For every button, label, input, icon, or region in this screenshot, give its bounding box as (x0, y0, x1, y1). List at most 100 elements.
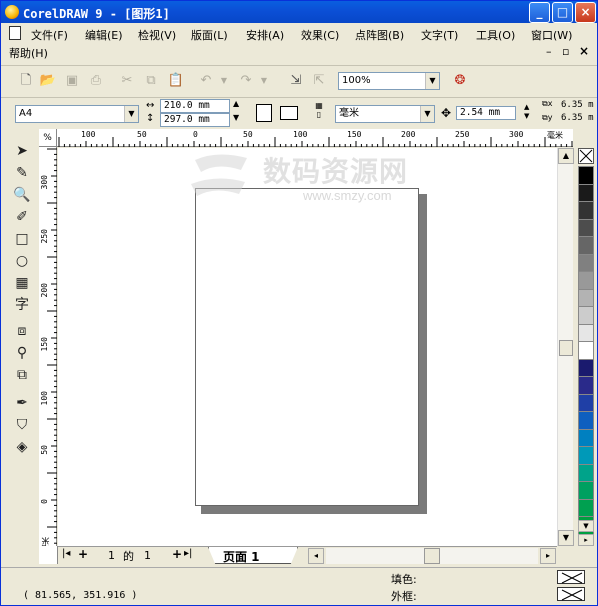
text-tool-icon[interactable]: 字 (11, 295, 33, 315)
scroll-thumb[interactable] (559, 340, 573, 356)
scroll-down-button[interactable]: ▼ (558, 530, 574, 546)
fill-indicator[interactable] (557, 570, 585, 584)
portrait-button[interactable] (256, 104, 272, 122)
vertical-scrollbar[interactable]: ▲ ▼ (557, 148, 574, 546)
menu-view[interactable]: 检视(V) (138, 27, 176, 43)
page-height-input[interactable]: 297.0 mm (160, 113, 230, 127)
color-swatch[interactable] (578, 341, 594, 360)
paint-bucket-tool-icon[interactable]: ◈ (11, 437, 33, 457)
horizontal-ruler[interactable]: 100 50 0 50 100 150 200 250 300 毫米 (57, 129, 573, 147)
fill-tool-icon[interactable]: ⛉ (11, 415, 33, 435)
color-swatch[interactable] (578, 393, 594, 413)
color-swatch[interactable] (578, 218, 594, 238)
zoom-tool-icon[interactable]: 🔍 (11, 185, 33, 205)
no-color-swatch[interactable] (578, 148, 594, 164)
color-swatch[interactable] (578, 271, 594, 290)
export-icon[interactable]: ⇱ (310, 72, 328, 90)
color-swatch[interactable] (578, 428, 594, 448)
corel-online-icon[interactable]: ❂ (451, 72, 469, 90)
duplicate-y-value[interactable]: 6.35 m (561, 113, 594, 123)
import-icon[interactable]: ⇲ (287, 72, 305, 90)
color-swatch[interactable] (578, 166, 594, 185)
spin-down-icon[interactable]: ▼ (233, 113, 239, 122)
doc-restore-button[interactable]: ▫ (562, 45, 569, 58)
color-swatch[interactable] (578, 358, 594, 378)
freehand-tool-icon[interactable]: ✐ (11, 207, 33, 227)
document-icon[interactable] (9, 26, 21, 40)
rectangle-tool-icon[interactable]: □ (11, 229, 33, 249)
chevron-down-icon[interactable]: ▼ (124, 106, 138, 122)
paper-size-select[interactable]: A4 ▼ (15, 105, 139, 123)
eyedropper-tool-icon[interactable]: ⚲ (11, 343, 33, 363)
ellipse-tool-icon[interactable]: ○ (11, 251, 33, 271)
chevron-down-icon[interactable]: ▼ (420, 106, 434, 122)
zoom-select[interactable]: 100% ▼ (338, 72, 440, 90)
add-page-before-icon[interactable]: + (78, 547, 88, 561)
pick-tool-icon[interactable]: ➤ (11, 141, 33, 161)
horizontal-scroll-thumb[interactable] (424, 548, 440, 564)
doc-close-button[interactable]: × (579, 44, 589, 58)
copy-icon[interactable]: ⧉ (142, 72, 160, 90)
first-page-icon[interactable]: |◂ (62, 548, 70, 559)
color-swatch[interactable] (578, 183, 594, 203)
color-swatch[interactable] (578, 236, 594, 255)
duplicate-x-value[interactable]: 6.35 m (561, 100, 594, 110)
redo-dropdown-icon[interactable]: ▼ (255, 72, 273, 90)
set-default-layout-icon[interactable]: ▦ ▯ (309, 101, 329, 123)
color-swatch[interactable] (578, 306, 594, 325)
doc-minimize-button[interactable]: – (546, 45, 552, 58)
undo-dropdown-icon[interactable]: ▼ (215, 72, 233, 90)
chevron-down-icon[interactable]: ▼ (425, 73, 439, 89)
menu-arrange[interactable]: 安排(A) (246, 27, 284, 43)
outline-indicator[interactable] (557, 587, 585, 601)
palette-down-icon[interactable]: ▼ (578, 520, 594, 532)
menu-bitmaps[interactable]: 点阵图(B) (355, 27, 404, 43)
color-swatch[interactable] (578, 446, 594, 465)
color-swatch[interactable] (578, 498, 594, 518)
maximize-button[interactable]: □ (552, 2, 573, 23)
interactive-fill-tool-icon[interactable]: ⧉ (11, 365, 33, 385)
minimize-button[interactable]: _ (529, 2, 550, 23)
horizontal-scroll-track[interactable] (326, 548, 538, 564)
color-swatch[interactable] (578, 323, 594, 343)
add-page-after-icon[interactable]: + (172, 547, 182, 561)
vertical-ruler[interactable]: 300 250 200 150 100 50 0 毫米 (39, 147, 57, 559)
coreldraw-logo-icon[interactable] (5, 5, 19, 19)
menu-text[interactable]: 文字(T) (421, 27, 458, 43)
color-swatch[interactable] (578, 411, 594, 430)
new-icon[interactable]: 🗋 (17, 72, 35, 90)
menu-edit[interactable]: 编辑(E) (85, 27, 123, 43)
save-icon[interactable]: ▣ (63, 72, 81, 90)
scroll-right-button[interactable]: ▸ (540, 548, 556, 564)
units-select[interactable]: 毫米 ▼ (335, 105, 435, 123)
interactive-blend-tool-icon[interactable]: ⧈ (11, 321, 33, 341)
spin-up-icon[interactable]: ▲ (233, 99, 239, 108)
page-width-input[interactable]: 210.0 mm (160, 99, 230, 113)
redo-icon[interactable]: ↷ (237, 72, 255, 90)
ruler-corner[interactable]: % (39, 129, 57, 147)
menu-effects[interactable]: 效果(C) (301, 27, 339, 43)
menu-help[interactable]: 帮助(H) (9, 45, 48, 61)
color-swatch[interactable] (578, 481, 594, 500)
menu-tools[interactable]: 工具(O) (476, 27, 515, 43)
nudge-spin-icon[interactable]: ▲ ▼ (524, 103, 529, 121)
nudge-input[interactable]: 2.54 mm (456, 106, 516, 120)
print-icon[interactable]: ⎙ (87, 72, 105, 90)
color-swatch[interactable] (578, 463, 594, 483)
palette-expand-icon[interactable]: ▸ (578, 534, 594, 546)
graph-paper-tool-icon[interactable]: ▦ (11, 273, 33, 293)
scroll-up-button[interactable]: ▲ (558, 148, 574, 164)
menu-window[interactable]: 窗口(W) (531, 27, 572, 43)
page-tab[interactable]: 页面 1 (208, 547, 298, 564)
outline-tool-icon[interactable]: ✒ (11, 393, 33, 413)
last-page-icon[interactable]: ▸| (184, 548, 192, 559)
cut-icon[interactable]: ✂ (118, 72, 136, 90)
paste-icon[interactable]: 📋 (167, 72, 185, 90)
color-swatch[interactable] (578, 201, 594, 220)
menu-file[interactable]: 文件(F) (31, 27, 68, 43)
shape-tool-icon[interactable]: ✎ (11, 163, 33, 183)
color-swatch[interactable] (578, 376, 594, 395)
landscape-button[interactable] (280, 106, 298, 120)
undo-icon[interactable]: ↶ (197, 72, 215, 90)
close-button[interactable]: × (575, 2, 596, 23)
